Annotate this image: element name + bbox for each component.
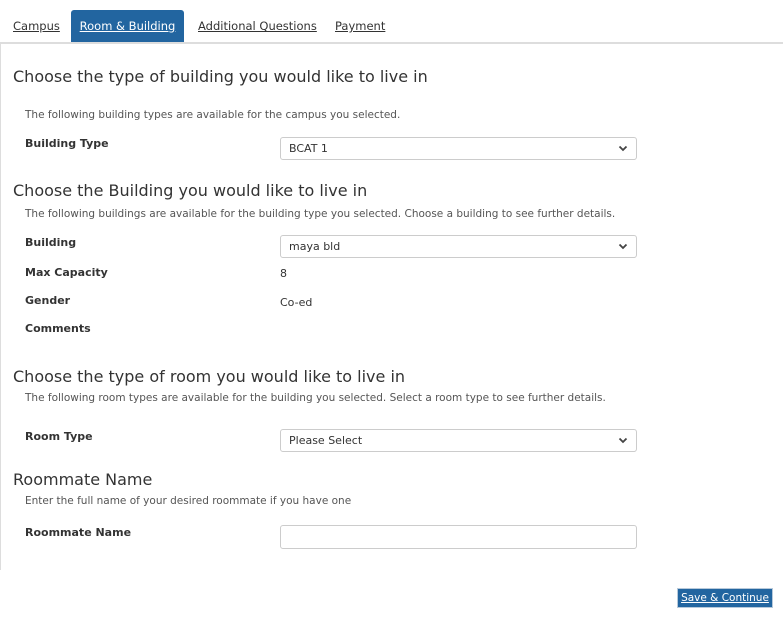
- roommate-name-label: Roommate Name: [25, 526, 132, 539]
- building-selected-value: maya bld: [289, 240, 341, 253]
- comments-label: Comments: [25, 322, 91, 335]
- roommate-description: Enter the full name of your desired room…: [25, 495, 352, 507]
- room-type-select[interactable]: Please Select: [280, 429, 637, 452]
- room-type-heading: Choose the type of room you would like t…: [13, 367, 406, 386]
- gender-label: Gender: [25, 294, 71, 307]
- building-type-description: The following building types are availab…: [25, 109, 401, 121]
- tab-payment[interactable]: Payment: [335, 10, 385, 43]
- tab-room-and-building[interactable]: Room & Building: [71, 10, 184, 43]
- roommate-heading: Roommate Name: [13, 470, 153, 489]
- save-and-continue-button[interactable]: Save & Continue: [677, 588, 773, 608]
- form-panel: [0, 42, 783, 570]
- building-type-selected-value: BCAT 1: [289, 142, 328, 155]
- building-type-label: Building Type: [25, 137, 109, 150]
- building-heading: Choose the Building you would like to li…: [13, 181, 368, 200]
- room-type-label: Room Type: [25, 430, 93, 443]
- building-select[interactable]: maya bld: [280, 235, 637, 258]
- chevron-down-icon: [618, 437, 628, 444]
- roommate-name-input[interactable]: [280, 525, 637, 549]
- room-type-selected-value: Please Select: [289, 434, 363, 447]
- building-description: The following buildings are available fo…: [25, 208, 616, 220]
- chevron-down-icon: [618, 145, 628, 152]
- tab-bar: Campus Room & Building Additional Questi…: [0, 10, 783, 43]
- building-label: Building: [25, 236, 77, 249]
- chevron-down-icon: [618, 243, 628, 250]
- building-type-heading: Choose the type of building you would li…: [13, 67, 428, 86]
- tab-campus[interactable]: Campus: [13, 10, 60, 43]
- max-capacity-label: Max Capacity: [25, 266, 108, 279]
- max-capacity-value: 8: [280, 267, 287, 280]
- room-type-description: The following room types are available f…: [25, 392, 606, 404]
- building-type-select[interactable]: BCAT 1: [280, 137, 637, 160]
- tab-additional-questions[interactable]: Additional Questions: [198, 10, 317, 43]
- gender-value: Co-ed: [280, 296, 313, 309]
